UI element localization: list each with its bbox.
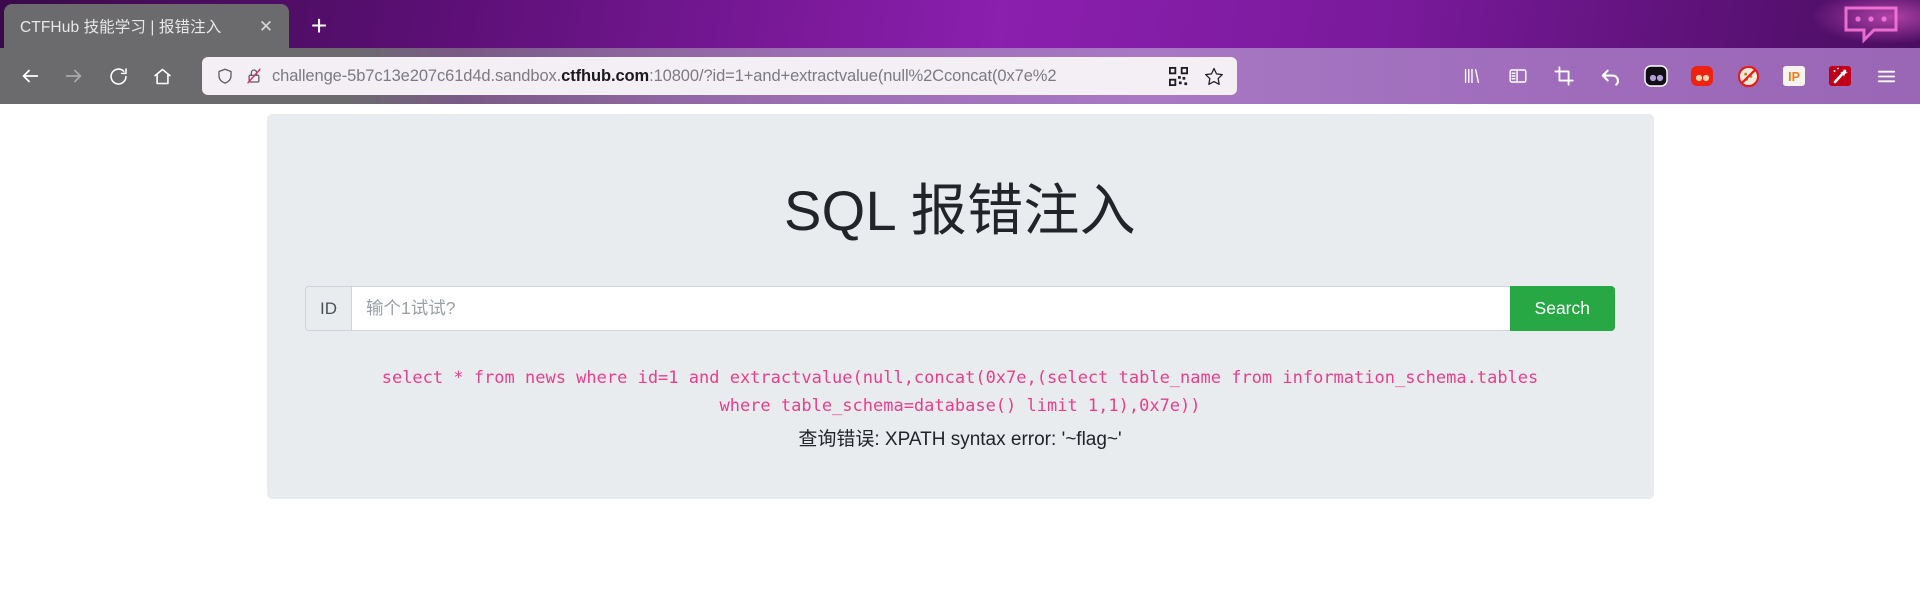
page-viewport: SQL 报错注入 ID Search select * from news wh… [0, 104, 1920, 592]
new-tab-icon[interactable]: + [299, 6, 339, 46]
red-extension-icon[interactable] [1680, 56, 1724, 96]
black-extension-icon[interactable] [1634, 56, 1678, 96]
address-bar-actions [1161, 60, 1231, 92]
search-button[interactable]: Search [1509, 286, 1615, 332]
ip-extension-icon[interactable]: IP [1772, 56, 1816, 96]
extensions-toolbar: IP [1450, 56, 1908, 96]
jumbotron-panel: SQL 报错注入 ID Search select * from news wh… [266, 114, 1654, 499]
blocked-cookie-icon[interactable] [1726, 56, 1770, 96]
tabstrip-glow-decoration [1800, 0, 1920, 48]
url-text[interactable]: challenge-5b7c13e207c61d4d.sandbox.ctfhu… [272, 67, 1154, 86]
broken-lock-icon[interactable] [243, 65, 265, 87]
tab-strip: CTFHub 技能学习 | 报错注入 ✕ + [0, 0, 1920, 48]
sql-query-echo: select * from news where id=1 and extrac… [381, 368, 1539, 416]
shield-icon[interactable] [214, 65, 236, 87]
error-message: 查询错误: XPATH syntax error: '~flag~' [798, 429, 1122, 451]
url-suffix: :10800/?id=1+and+extractvalue(null%2Ccon… [649, 66, 1057, 85]
close-icon[interactable]: ✕ [255, 15, 277, 37]
id-input[interactable] [351, 286, 1510, 332]
qr-code-icon[interactable] [1161, 60, 1195, 92]
url-prefix: challenge-5b7c13e207c61d4d.sandbox. [272, 66, 562, 85]
forward-arrow-icon [52, 56, 96, 96]
svg-text:IP: IP [1788, 70, 1800, 84]
tabstrip-sticker-decoration [1844, 6, 1898, 44]
url-domain: ctfhub.com [561, 66, 650, 85]
reload-icon[interactable] [96, 56, 140, 96]
id-prefix-label: ID [305, 286, 351, 332]
tab-title: CTFHub 技能学习 | 报错注入 [20, 19, 222, 36]
page-title: SQL 报错注入 [784, 179, 1136, 242]
browser-window: CTFHub 技能学习 | 报错注入 ✕ + challenge-5b7c13e… [0, 0, 1920, 592]
magic-wand-extension-icon[interactable] [1818, 56, 1862, 96]
screenshot-crop-icon[interactable] [1542, 56, 1586, 96]
id-search-form: ID Search [305, 286, 1615, 332]
navigation-toolbar: challenge-5b7c13e207c61d4d.sandbox.ctfhu… [0, 48, 1920, 104]
sidebar-icon[interactable] [1496, 56, 1540, 96]
back-arrow-icon[interactable] [8, 56, 52, 96]
library-icon[interactable] [1450, 56, 1494, 96]
hamburger-menu-icon[interactable] [1864, 56, 1908, 96]
bookmark-star-icon[interactable] [1197, 60, 1231, 92]
browser-tab[interactable]: CTFHub 技能学习 | 报错注入 ✕ [4, 4, 289, 48]
home-icon[interactable] [140, 56, 184, 96]
undo-arrow-icon[interactable] [1588, 56, 1632, 96]
address-bar[interactable]: challenge-5b7c13e207c61d4d.sandbox.ctfhu… [202, 57, 1237, 95]
query-result-area: select * from news where id=1 and extrac… [297, 365, 1624, 455]
